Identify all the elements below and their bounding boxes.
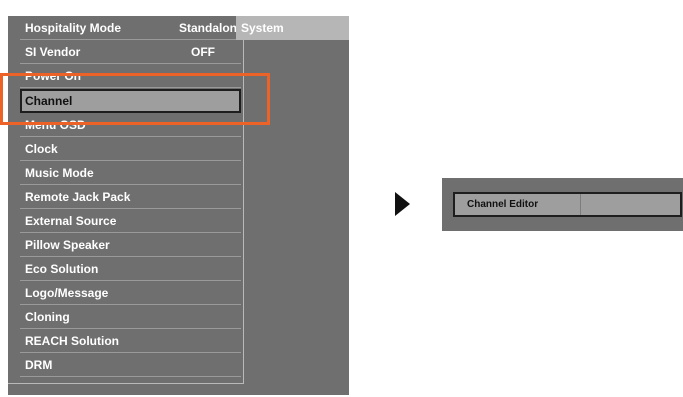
- menu-item-music-mode[interactable]: Music Mode: [20, 161, 241, 185]
- menu-item-label: Logo/Message: [25, 286, 109, 300]
- menu-item-logo-message[interactable]: Logo/Message: [20, 281, 241, 305]
- submenu-divider: [580, 194, 581, 215]
- channel-highlight-callout: [0, 73, 270, 125]
- menu-item-reach-solution[interactable]: REACH Solution: [20, 329, 241, 353]
- menu-item-hospitality-mode[interactable]: Hospitality Mode Standalone: [20, 16, 244, 40]
- menu-item-label: Cloning: [25, 310, 70, 324]
- menu-item-si-vendor[interactable]: SI Vendor OFF: [20, 40, 241, 64]
- menu-item-value: OFF: [191, 45, 215, 59]
- menu-item-label: Pillow Speaker: [25, 238, 110, 252]
- submenu-item-label: Channel Editor: [467, 199, 539, 210]
- menu-item-label: Clock: [25, 142, 58, 156]
- menu-item-drm[interactable]: DRM: [20, 353, 241, 377]
- menu-item-remote-jack-pack[interactable]: Remote Jack Pack: [20, 185, 241, 209]
- menu-item-value: Standalone: [179, 21, 244, 35]
- menu-item-label: Remote Jack Pack: [25, 190, 131, 204]
- channel-submenu-panel: Channel Editor: [442, 178, 683, 231]
- menu-item-label: DRM: [25, 358, 53, 372]
- menu-item-pillow-speaker[interactable]: Pillow Speaker: [20, 233, 241, 257]
- system-tab[interactable]: System: [236, 16, 349, 40]
- menu-item-label: Hospitality Mode: [25, 21, 122, 35]
- menu-item-clock[interactable]: Clock: [20, 137, 241, 161]
- menu-item-eco-solution[interactable]: Eco Solution: [20, 257, 241, 281]
- menu-list: Hospitality Mode Standalone SI Vendor OF…: [8, 16, 244, 384]
- menu-item-label: SI Vendor: [25, 45, 81, 59]
- menu-item-label: External Source: [25, 214, 117, 228]
- system-tab-label: System: [241, 21, 284, 35]
- menu-item-label: REACH Solution: [25, 334, 119, 348]
- menu-item-label: Eco Solution: [25, 262, 99, 276]
- menu-item-external-source[interactable]: External Source: [20, 209, 241, 233]
- right-arrow-icon: [395, 192, 410, 216]
- menu-item-label: Music Mode: [25, 166, 94, 180]
- menu-item-cloning[interactable]: Cloning: [20, 305, 241, 329]
- submenu-item-channel-editor[interactable]: Channel Editor: [453, 192, 682, 217]
